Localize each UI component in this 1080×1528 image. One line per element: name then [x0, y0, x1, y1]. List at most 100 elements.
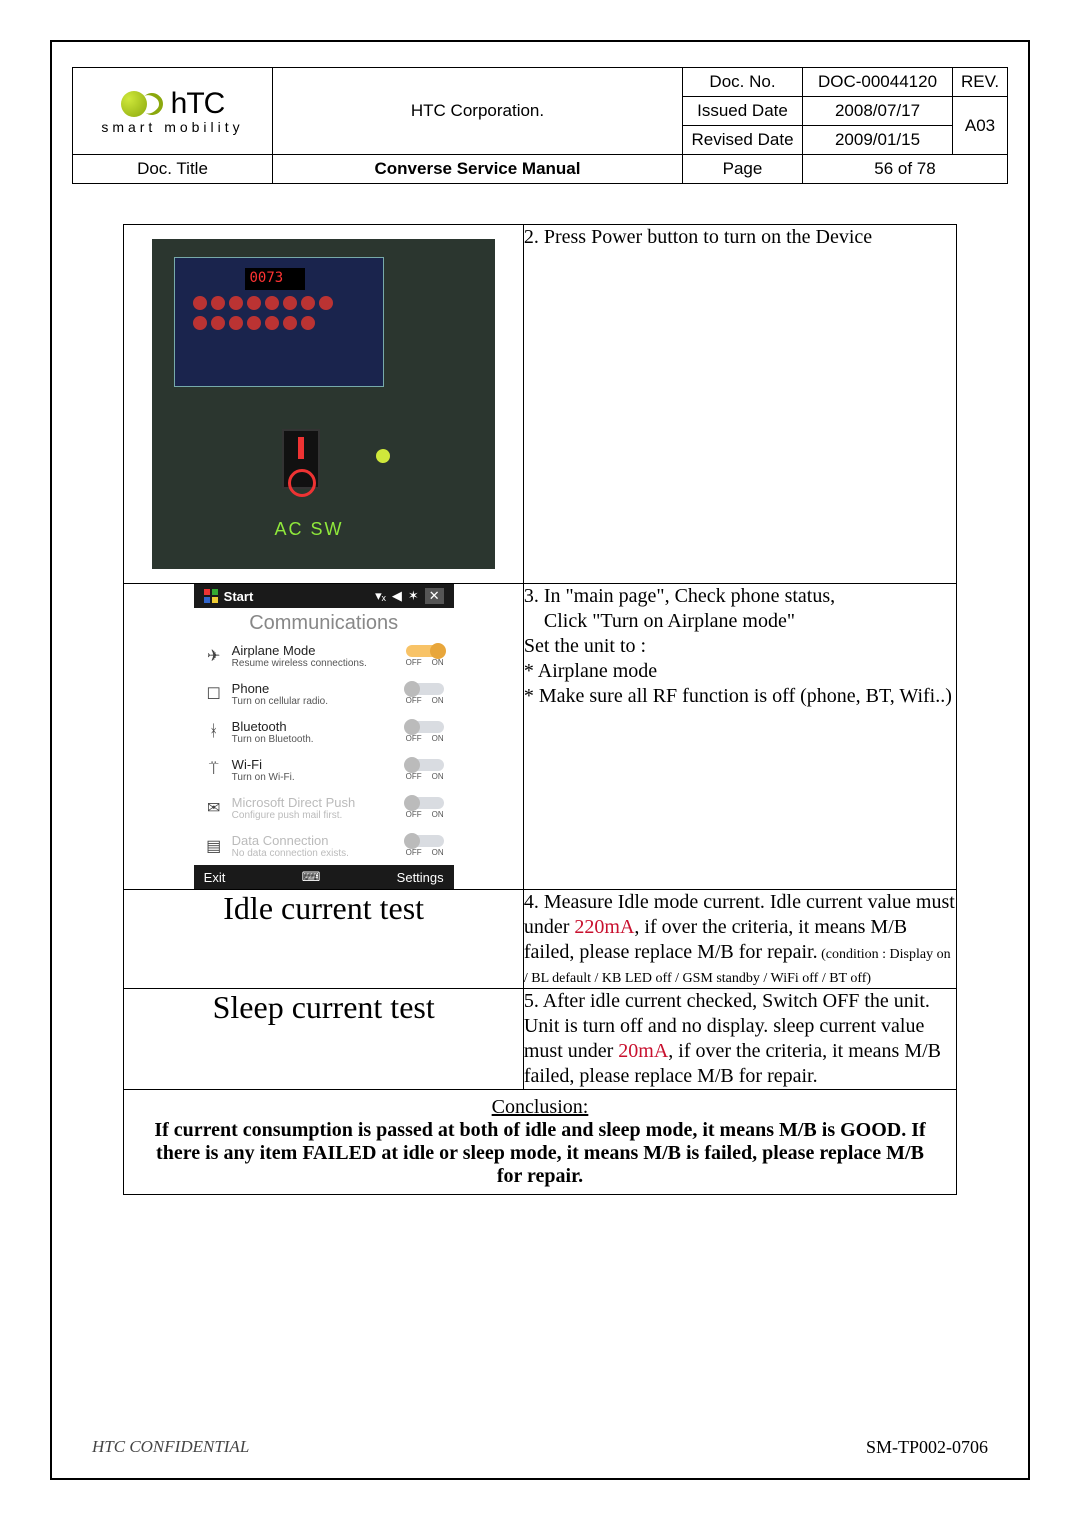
- comm-row[interactable]: ✈ Airplane ModeResume wireless connection…: [194, 637, 454, 675]
- step3-cell: 3. In "main page", Check phone status, C…: [523, 584, 956, 890]
- signal-icon: ▾ₓ: [375, 588, 386, 604]
- step3-a: 3. In "main page", Check phone status,: [524, 584, 956, 609]
- doc-body: hTC smart mobility HTC Corporation. Doc.…: [52, 42, 1028, 1195]
- row-title: Data Connection: [232, 833, 398, 848]
- phone-botbar: Exit ⌨ Settings: [194, 865, 454, 889]
- toggle-switch-icon[interactable]: [406, 835, 444, 847]
- sync-icon: ✶: [408, 588, 419, 604]
- step4-cell: 4. Measure Idle mode current. Idle curre…: [523, 890, 956, 989]
- page-footer: HTC CONFIDENTIAL SM-TP002-0706: [92, 1437, 988, 1458]
- row-toggle-wrap[interactable]: OFFON: [406, 759, 444, 781]
- row-title: Phone: [232, 681, 398, 696]
- htc-word: hTC: [171, 87, 225, 121]
- toggle-labels: OFFON: [406, 848, 444, 857]
- row-toggle-wrap[interactable]: OFFON: [406, 645, 444, 667]
- step3-b: Click "Turn on Airplane mode": [524, 609, 956, 634]
- content-table: 0073 AC SW: [123, 224, 956, 1195]
- toggle-labels: OFFON: [406, 734, 444, 743]
- ac-sw-label: AC SW: [274, 519, 343, 540]
- sleep-label: Sleep current test: [124, 989, 523, 1090]
- issued-label: Issued Date: [683, 97, 803, 126]
- toggle-switch-icon[interactable]: [406, 683, 444, 695]
- conclusion-label: Conclusion:: [492, 1096, 589, 1118]
- step3-c: Set the unit to :: [524, 634, 956, 659]
- toggle-labels: OFFON: [406, 810, 444, 819]
- toggle-switch-icon[interactable]: [406, 797, 444, 809]
- row-title: Bluetooth: [232, 719, 398, 734]
- psu-display: 0073: [245, 268, 305, 290]
- phone-exit[interactable]: Exit: [204, 870, 226, 885]
- row-title: Airplane Mode: [232, 643, 398, 658]
- switch-highlight-circle: [288, 469, 316, 497]
- toggle-switch-icon[interactable]: [406, 721, 444, 733]
- windows-flag-icon: [204, 589, 218, 603]
- row-icon: ✈: [204, 646, 224, 666]
- row-icon: ᚼ: [204, 722, 224, 742]
- row-toggle-wrap[interactable]: OFFON: [406, 835, 444, 857]
- idle-label: Idle current test: [124, 890, 523, 989]
- step3-e: * Make sure all RF function is off (phon…: [524, 684, 956, 709]
- row-toggle-wrap[interactable]: OFFON: [406, 797, 444, 819]
- toggle-switch-icon[interactable]: [406, 645, 444, 657]
- row-sub: Resume wireless connections.: [232, 658, 398, 669]
- row-toggle-wrap[interactable]: OFFON: [406, 683, 444, 705]
- toggle-switch-icon[interactable]: [406, 759, 444, 771]
- row-title: Microsoft Direct Push: [232, 795, 398, 810]
- row-icon: ☐: [204, 684, 224, 704]
- conclusion-body: If current consumption is passed at both…: [154, 1119, 925, 1187]
- step2-cell: 2. Press Power button to turn on the Dev…: [523, 225, 956, 584]
- toggle-labels: OFFON: [406, 696, 444, 705]
- row-text: Airplane ModeResume wireless connections…: [232, 643, 398, 669]
- row-sub: Turn on Bluetooth.: [232, 734, 398, 745]
- corp-name: HTC Corporation.: [273, 68, 683, 155]
- phone-start: Start: [224, 589, 254, 604]
- close-icon[interactable]: ✕: [425, 588, 444, 604]
- row-sub: Turn on cellular radio.: [232, 696, 398, 707]
- toggle-labels: OFFON: [406, 658, 444, 667]
- row-icon: ▤: [204, 836, 224, 856]
- page-frame: hTC smart mobility HTC Corporation. Doc.…: [50, 40, 1030, 1480]
- comm-row[interactable]: ᚼ BluetoothTurn on Bluetooth. OFFON: [194, 713, 454, 751]
- step4-red: 220mA: [574, 916, 634, 938]
- row-icon: ✉: [204, 798, 224, 818]
- phone-screenshot: Start ▾ₓ ◀ ✶ ✕ Communications ✈Airplane …: [194, 584, 454, 889]
- rev-label: REV.: [953, 68, 1008, 97]
- issued-date: 2008/07/17: [803, 97, 953, 126]
- phone-settings[interactable]: Settings: [397, 870, 444, 885]
- smart-mobility-text: smart mobility: [101, 119, 243, 135]
- doc-title-label: Doc. Title: [73, 155, 273, 184]
- confidential-text: HTC CONFIDENTIAL: [92, 1437, 249, 1458]
- step5-red: 20mA: [618, 1040, 668, 1062]
- phone-rows: ✈ Airplane ModeResume wireless connection…: [194, 637, 454, 865]
- revised-date: 2009/01/15: [803, 126, 953, 155]
- phone-topbar: Start ▾ₓ ◀ ✶ ✕: [194, 584, 454, 608]
- comm-row[interactable]: ✉ Microsoft Direct PushConfigure push mai…: [194, 789, 454, 827]
- row-toggle-wrap[interactable]: OFFON: [406, 721, 444, 743]
- conclusion-cell: Conclusion: If current consumption is pa…: [124, 1090, 956, 1195]
- psu-knobs2: [193, 316, 383, 330]
- led-dot-icon: [376, 449, 390, 463]
- row-sub: Turn on Wi-Fi.: [232, 772, 398, 783]
- row3-phone-cell: Start ▾ₓ ◀ ✶ ✕ Communications ✈Airplane …: [124, 584, 523, 890]
- psu-knobs: [193, 296, 383, 310]
- keyboard-icon[interactable]: ⌨: [302, 869, 321, 885]
- step5-cell: 5. After idle current checked, Switch OF…: [523, 989, 956, 1090]
- comm-row[interactable]: ▤ Data ConnectionNo data connection exist…: [194, 827, 454, 865]
- htc-logo: hTC: [121, 87, 225, 121]
- step2-text: 2. Press Power button to turn on the Dev…: [524, 225, 956, 250]
- row-sub: No data connection exists.: [232, 848, 398, 859]
- comm-row[interactable]: ☐ PhoneTurn on cellular radio. OFFON: [194, 675, 454, 713]
- row-title: Wi-Fi: [232, 757, 398, 772]
- volume-icon: ◀: [392, 588, 402, 604]
- row-text: Wi-FiTurn on Wi-Fi.: [232, 757, 398, 783]
- page-label: Page: [683, 155, 803, 184]
- row-text: Microsoft Direct PushConfigure push mail…: [232, 795, 398, 821]
- doc-title: Converse Service Manual: [273, 155, 683, 184]
- row-text: BluetoothTurn on Bluetooth.: [232, 719, 398, 745]
- rev-value: A03: [953, 97, 1008, 155]
- comm-row[interactable]: ⍡Wi-FiTurn on Wi-Fi.OFFON: [194, 751, 454, 789]
- step3-d: * Airplane mode: [524, 659, 956, 684]
- row2-photo-cell: 0073 AC SW: [124, 225, 523, 584]
- row-sub: Configure push mail first.: [232, 810, 398, 821]
- revised-label: Revised Date: [683, 126, 803, 155]
